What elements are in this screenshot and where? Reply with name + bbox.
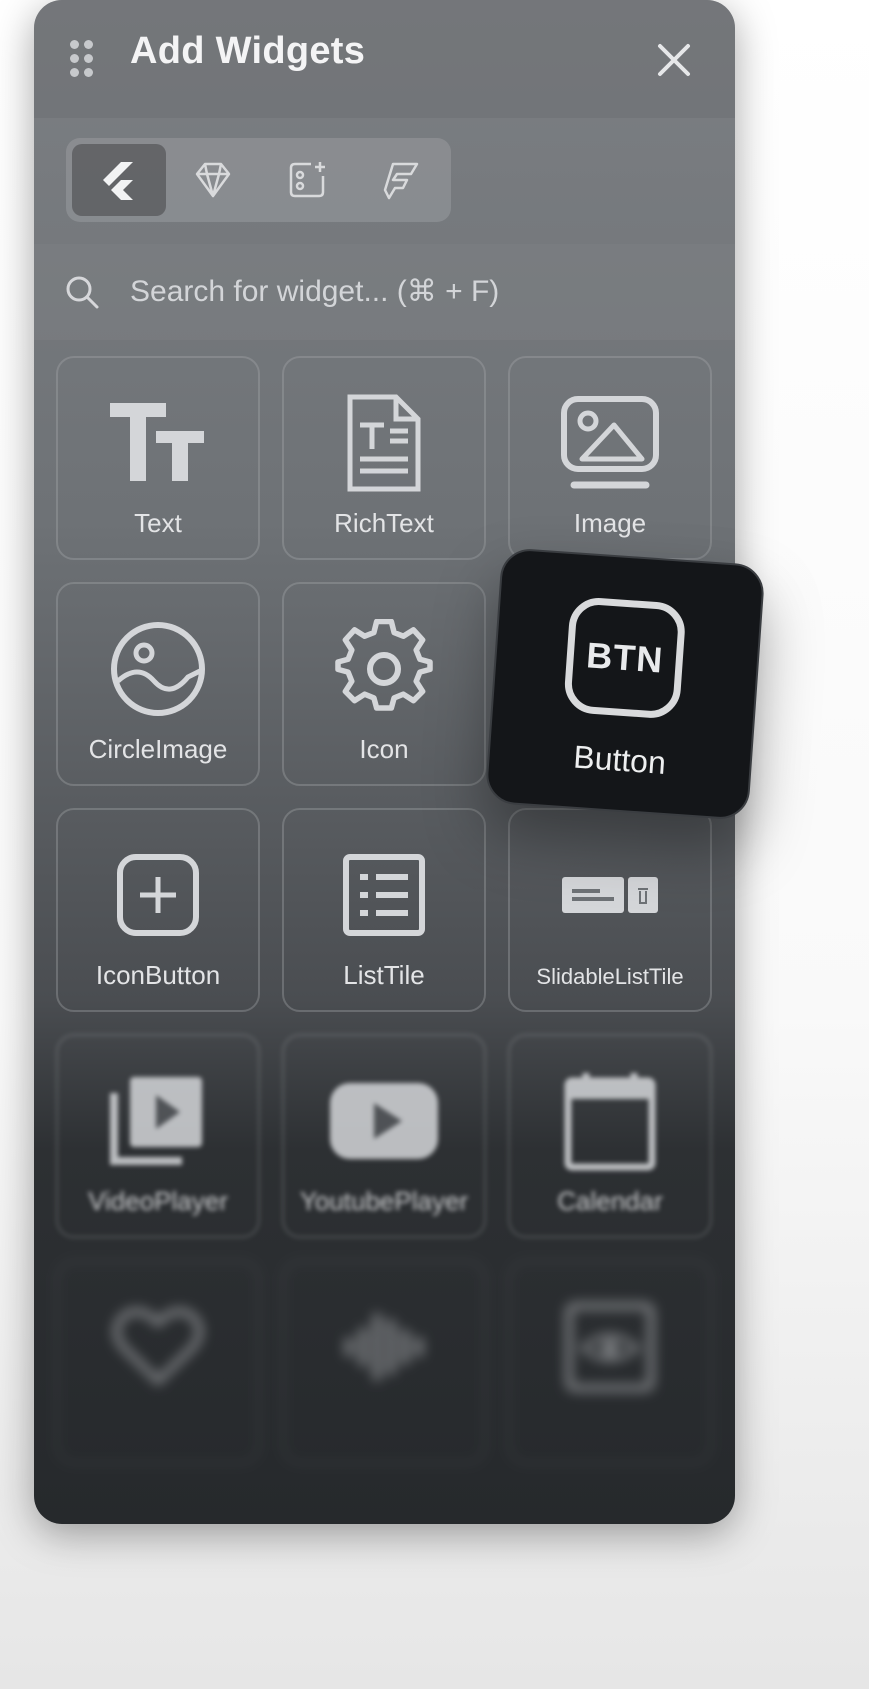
widget-source-tabs bbox=[66, 138, 451, 222]
widget-grid: Text RichText Image CircleImage Icon Ico… bbox=[34, 356, 735, 1524]
widget-list-tile[interactable]: ListTile bbox=[282, 808, 486, 1012]
widget-image[interactable]: Image bbox=[508, 356, 712, 560]
dragging-button-widget[interactable]: BTN Button bbox=[484, 547, 766, 821]
text-icon bbox=[110, 403, 204, 481]
widget-favorite[interactable] bbox=[56, 1260, 260, 1464]
widget-icon[interactable]: Icon bbox=[282, 582, 486, 786]
search-icon bbox=[66, 276, 99, 309]
widget-circle-image[interactable]: CircleImage bbox=[56, 582, 260, 786]
dragging-widget-label: Button bbox=[572, 738, 668, 781]
tab-diamond[interactable] bbox=[166, 144, 260, 216]
search-input[interactable]: Search for widget... (⌘ + F) bbox=[34, 244, 735, 340]
widget-label: YoutubePlayer bbox=[299, 1186, 469, 1216]
heart-icon bbox=[113, 1307, 203, 1386]
youtube-icon bbox=[330, 1083, 438, 1159]
widget-label: IconButton bbox=[95, 960, 221, 990]
widget-slidable-list-tile[interactable]: SlidableListTile bbox=[508, 808, 712, 1012]
widget-preview[interactable] bbox=[508, 1260, 712, 1464]
widget-label: VideoPlayer bbox=[88, 1186, 228, 1216]
flutter-icon bbox=[103, 162, 133, 200]
audio-wave-icon bbox=[345, 1313, 423, 1381]
calendar-icon bbox=[564, 1073, 656, 1171]
widget-video-player[interactable]: VideoPlayer bbox=[56, 1034, 260, 1238]
circle-image-icon bbox=[111, 622, 205, 716]
slidable-icon bbox=[562, 877, 658, 913]
close-icon[interactable] bbox=[654, 40, 694, 80]
widget-youtube-player[interactable]: YoutubePlayer bbox=[282, 1034, 486, 1238]
widget-label: Calendar bbox=[557, 1186, 663, 1216]
custom-widget-icon bbox=[289, 162, 325, 198]
button-widget-icon: BTN bbox=[562, 596, 687, 720]
rich-text-icon bbox=[347, 394, 421, 492]
widget-calendar[interactable]: Calendar bbox=[508, 1034, 712, 1238]
button-icon-text: BTN bbox=[585, 634, 665, 681]
widget-text[interactable]: Text bbox=[56, 356, 260, 560]
image-icon bbox=[561, 396, 659, 489]
video-library-icon bbox=[110, 1077, 202, 1165]
widget-rich-text[interactable]: RichText bbox=[282, 356, 486, 560]
search-placeholder: Search for widget... (⌘ + F) bbox=[130, 275, 500, 308]
diamond-icon bbox=[195, 162, 231, 198]
widget-label: RichText bbox=[334, 508, 434, 538]
gear-icon bbox=[335, 619, 433, 711]
panel-title: Add Widgets bbox=[130, 30, 366, 72]
list-icon bbox=[343, 854, 425, 936]
widget-audio[interactable] bbox=[282, 1260, 486, 1464]
panel-header: Add Widgets bbox=[34, 0, 735, 118]
eye-frame-icon bbox=[565, 1302, 655, 1392]
widget-label: Image bbox=[573, 508, 647, 538]
widget-label: ListTile bbox=[343, 960, 425, 990]
widget-label: CircleImage bbox=[88, 734, 228, 764]
tab-flutterflow[interactable] bbox=[354, 144, 448, 216]
tab-custom-widget[interactable] bbox=[260, 144, 354, 216]
widget-icon-button[interactable]: IconButton bbox=[56, 808, 260, 1012]
widget-label: Icon bbox=[359, 734, 409, 764]
add-box-icon bbox=[117, 854, 199, 936]
flutterflow-icon bbox=[383, 162, 419, 200]
widget-label: Text bbox=[134, 508, 182, 538]
drag-handle-icon[interactable] bbox=[70, 40, 98, 78]
tab-flutter[interactable] bbox=[72, 144, 166, 216]
widget-label: SlidableListTile bbox=[536, 964, 684, 989]
